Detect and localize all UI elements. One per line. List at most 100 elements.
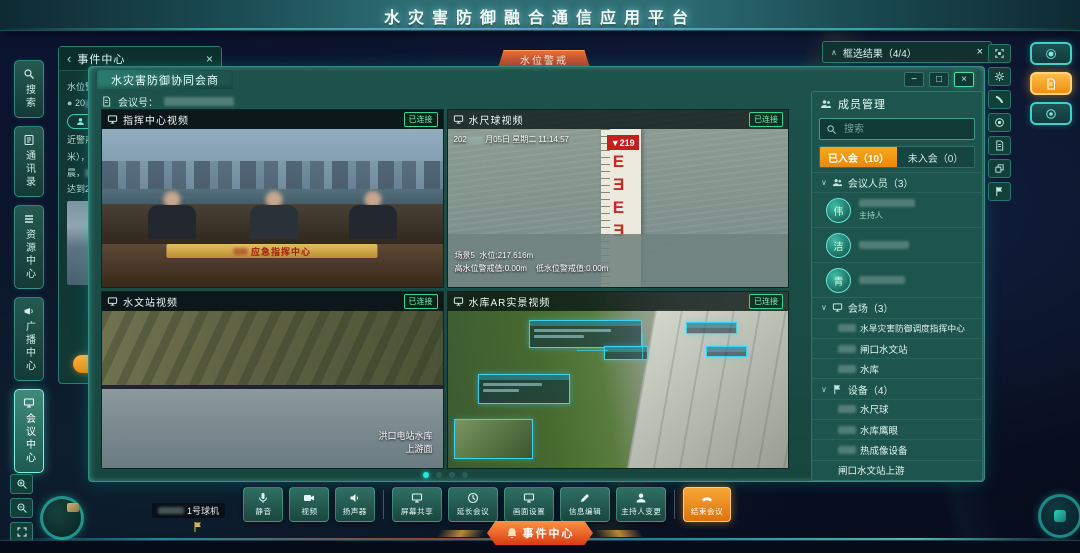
mic-icon <box>257 492 269 504</box>
sidebar-item-resources[interactable]: 资源中心 <box>14 205 44 289</box>
event-center-label: 事件中心 <box>522 528 575 540</box>
chevron-down-icon: ∨ <box>821 384 827 394</box>
member-row[interactable]: 洁 <box>812 227 982 262</box>
doc-icon <box>994 140 1005 151</box>
screen-share-button[interactable]: 屏幕共享 <box>392 487 442 522</box>
member-panel-title: 成员管理 <box>838 99 886 111</box>
selection-result-label: 框选结果（4/4） <box>842 48 917 60</box>
chevron-down-icon: ∨ <box>821 178 827 188</box>
record-button[interactable] <box>988 113 1011 132</box>
video-tile-reservoir-ar[interactable]: 水库AR实景视频 已连接 <box>446 290 789 469</box>
search-icon <box>826 124 837 135</box>
member-row-host[interactable]: 伟 主持人 <box>812 192 982 227</box>
app-stage: 水灾害防御融合通信应用平台 搜索 通讯录 资源中心 广播中心 会议中心 ‹ 事件… <box>0 0 1080 553</box>
maximize-button[interactable]: □ <box>929 72 949 87</box>
avatar: 伟 <box>826 197 851 223</box>
right-dock <box>1030 42 1072 125</box>
pagination-dot[interactable] <box>448 472 455 478</box>
device-row[interactable]: 闸口水文站上游 <box>812 459 982 480</box>
video-pagination <box>101 472 789 478</box>
share-button[interactable] <box>988 159 1011 178</box>
display-settings-icon <box>523 492 535 504</box>
event-time: 20 <box>74 98 85 109</box>
toolbar-divider <box>674 490 675 519</box>
avatar: 洁 <box>826 232 851 258</box>
map-camera-marker[interactable]: 1号球机 <box>152 503 226 538</box>
member-row[interactable]: 青 <box>812 262 982 297</box>
sidebar-item-label: 通讯录 <box>23 150 35 189</box>
device-row[interactable]: 热成像设备 <box>812 439 982 459</box>
speaker-icon <box>349 492 361 504</box>
sidebar-item-meeting-center[interactable]: 会议中心 <box>14 389 44 473</box>
gauge-info-line2: 高水位警戒值:0.00m 低水位警戒值:0.00m <box>454 263 609 273</box>
ar-tag[interactable] <box>685 321 737 334</box>
ar-tag[interactable] <box>706 346 748 357</box>
sidebar-item-search[interactable]: 搜索 <box>14 60 44 118</box>
video-tile-header: 水库AR实景视频 已连接 <box>447 291 788 311</box>
display-settings-button[interactable]: 画面设置 <box>504 487 554 522</box>
document-button[interactable] <box>988 136 1011 155</box>
chevron-up-icon[interactable]: ∧ <box>831 48 837 57</box>
tab-not-joined[interactable]: 未入会（0） <box>897 147 974 167</box>
search-input[interactable] <box>842 122 968 136</box>
close-icon[interactable]: × <box>977 46 983 58</box>
contacts-icon <box>23 134 35 146</box>
pagination-dot[interactable] <box>422 472 429 478</box>
end-meeting-button[interactable]: 结束会议 <box>683 487 731 522</box>
end-call-icon <box>701 492 713 504</box>
screen-small-icon <box>453 296 464 307</box>
sidebar-item-contacts[interactable]: 通讯录 <box>14 126 44 197</box>
close-window-button[interactable]: × <box>954 72 974 87</box>
minimize-button[interactable]: − <box>904 72 924 87</box>
settings-button[interactable] <box>988 67 1011 86</box>
resource-list-icon <box>23 213 35 225</box>
call-button[interactable] <box>988 90 1011 109</box>
dock-button-active[interactable] <box>1030 72 1072 95</box>
ar-tag[interactable] <box>478 374 571 405</box>
bottom-right-widget[interactable] <box>1038 494 1080 538</box>
tab-joined[interactable]: 已入会（10） <box>820 147 897 167</box>
selection-result-chip: ∧ 框选结果（4/4） × <box>822 41 992 63</box>
video-title: 水库AR实景视频 <box>468 297 551 309</box>
room-row[interactable]: 水旱灾害防御调度指挥中心 <box>812 317 982 338</box>
close-icon[interactable]: × <box>206 52 213 66</box>
change-host-button[interactable]: 主持人变更 <box>616 487 666 522</box>
zoom-in-button[interactable] <box>10 474 33 494</box>
extend-meeting-button[interactable]: 延长会议 <box>448 487 498 522</box>
info-edit-button[interactable]: 信息编辑 <box>560 487 610 522</box>
video-title: 指挥中心视频 <box>123 116 189 127</box>
pagination-dot[interactable] <box>461 472 468 478</box>
conference-title: 水灾害防御协同会商 <box>111 74 219 87</box>
ar-inset-view[interactable] <box>454 418 533 460</box>
video-button[interactable]: 视频 <box>289 487 329 522</box>
dock-button-bottom[interactable] <box>1030 102 1072 125</box>
flag-button[interactable] <box>988 182 1011 201</box>
pagination-dot[interactable] <box>435 472 442 478</box>
video-tile-command-center[interactable]: 应急指挥中心 指挥中心视频 已连接 <box>101 109 444 288</box>
mute-button[interactable]: 静音 <box>243 487 283 522</box>
video-tile-water-gauge[interactable]: 202 月05日 星期二 11:14:57 ▼219 E E E E 场景5 水… <box>446 109 789 288</box>
screen-small-icon <box>107 296 118 307</box>
event-center-button[interactable]: 事件中心 <box>487 521 593 545</box>
frame-select-button[interactable] <box>988 44 1011 63</box>
video3-overlay-line2: 上游面 <box>405 444 433 454</box>
back-icon[interactable]: ‹ <box>67 51 71 66</box>
zoom-out-button[interactable] <box>10 498 33 518</box>
section-people[interactable]: ∨ 会议人员（3） <box>812 172 982 192</box>
toolbar-divider <box>383 490 384 519</box>
room-row[interactable]: 闸口水文站 <box>812 337 982 358</box>
zoom-out-icon <box>16 502 28 514</box>
device-row[interactable]: 水库鹰眼 <box>812 419 982 439</box>
map-compass-button[interactable] <box>40 496 84 540</box>
room-row[interactable]: 水库 <box>812 358 982 378</box>
speaker-button[interactable]: 扬声器 <box>335 487 375 522</box>
section-rooms[interactable]: ∨ 会场（3） <box>812 297 982 317</box>
dock-button-top[interactable] <box>1030 42 1072 65</box>
ar-tag[interactable] <box>529 319 642 348</box>
marker-label: 1号球机 <box>187 506 220 516</box>
sidebar-item-broadcast[interactable]: 广播中心 <box>14 297 44 381</box>
section-devices[interactable]: ∨ 设备（4） <box>812 378 982 398</box>
gauge-info-line1: 场景5 水位:217.616m <box>454 250 534 260</box>
video-tile-hydrology-station[interactable]: 洪口电站水库 上游面 水文站视频 已连接 <box>101 290 444 469</box>
device-row[interactable]: 水尺球 <box>812 398 982 419</box>
